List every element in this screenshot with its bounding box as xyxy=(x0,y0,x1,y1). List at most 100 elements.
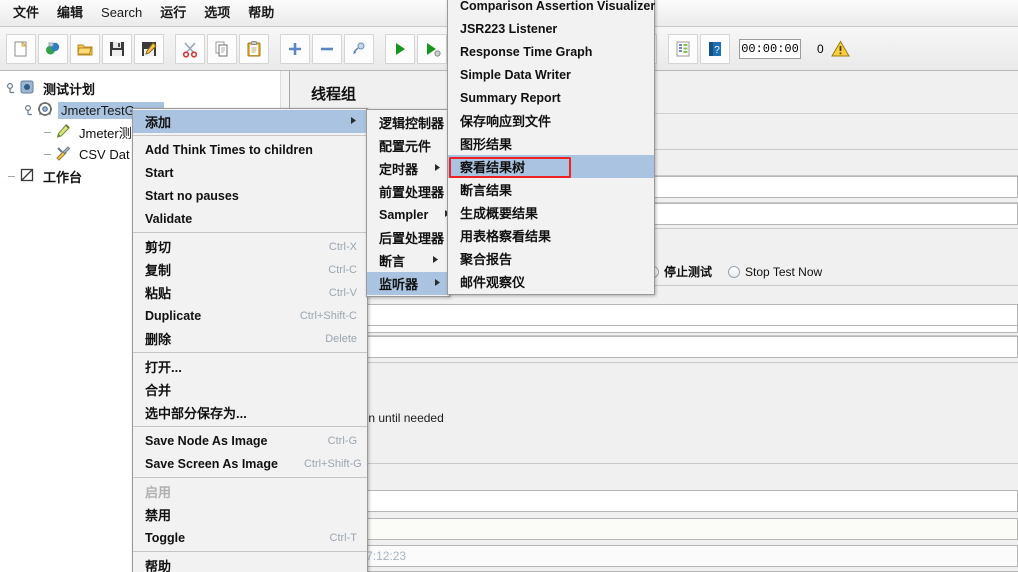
listener-submenu-item[interactable]: 察看结果树 xyxy=(448,155,654,178)
elapsed-timer: 00:00:00 xyxy=(739,38,801,59)
toggle-button[interactable] xyxy=(344,33,374,64)
add-submenu-item[interactable]: 监听器 xyxy=(367,272,449,295)
menu-item-4[interactable]: 选项 xyxy=(195,2,239,24)
context-menu-item[interactable]: Toggle Ctrl-T xyxy=(133,526,367,549)
listener-submenu-item[interactable]: 保存响应到文件 xyxy=(448,109,654,132)
context-menu-item[interactable]: 合并 xyxy=(133,378,367,401)
context-menu-item[interactable]: 剪切 Ctrl-X xyxy=(133,235,367,258)
radio-option[interactable]: Stop Test Now xyxy=(728,265,822,279)
chevron-right-icon xyxy=(334,116,357,127)
function-helper-button[interactable] xyxy=(668,33,698,64)
listener-submenu-item[interactable]: Response Time Graph xyxy=(448,40,654,63)
context-menu-item[interactable]: Duplicate Ctrl+Shift-C xyxy=(133,304,367,327)
warning-triangle-icon[interactable] xyxy=(830,40,850,58)
menu-separator xyxy=(133,352,367,353)
menu-item-3[interactable]: 运行 xyxy=(151,2,195,24)
loop-count-input[interactable]: 1 xyxy=(348,304,1018,326)
menu-item-label: 定时器 xyxy=(379,162,419,177)
context-menu-item[interactable]: 复制 Ctrl-C xyxy=(133,258,367,281)
error-count: 0 xyxy=(817,41,824,56)
menu-item-1[interactable]: 编辑 xyxy=(48,2,92,24)
start-time-input[interactable]: 2018/12/07 17:12:23 xyxy=(291,545,1018,567)
context-menu-item[interactable]: Start no pauses xyxy=(133,184,367,207)
menu-item-label: Save Node As Image xyxy=(145,433,268,448)
context-menu-item[interactable]: 选中部分保存为... xyxy=(133,401,367,424)
context-menu-item[interactable]: 帮助 xyxy=(133,554,367,572)
listener-submenu-item[interactable]: 断言结果 xyxy=(448,178,654,201)
copy-button[interactable] xyxy=(207,33,237,64)
context-menu-item[interactable]: 禁用 xyxy=(133,503,367,526)
tree-expander-icon[interactable] xyxy=(6,82,18,94)
start-button[interactable] xyxy=(385,33,415,64)
add-submenu-item[interactable]: Sampler xyxy=(367,203,451,226)
collapse-all-button[interactable] xyxy=(312,33,342,64)
context-menu-item[interactable]: Validate xyxy=(133,207,367,230)
listener-submenu[interactable]: Comparison Assertion Visualizer JSR223 Li… xyxy=(447,0,655,295)
expand-all-button[interactable] xyxy=(280,33,310,64)
context-menu-item[interactable]: Start xyxy=(133,161,367,184)
menu-item-shortcut: Ctrl-C xyxy=(328,263,357,276)
radio-option[interactable]: 停止测试 xyxy=(647,263,712,280)
chevron-right-icon xyxy=(418,163,441,174)
context-menu-item[interactable]: Add Think Times to children xyxy=(133,138,367,161)
listener-submenu-item[interactable]: Comparison Assertion Visualizer xyxy=(448,0,656,17)
menu-item-5[interactable]: 帮助 xyxy=(239,2,283,24)
startup-delay-input[interactable] xyxy=(337,518,1018,540)
cut-button[interactable] xyxy=(175,33,205,64)
add-submenu[interactable]: 逻辑控制器 配置元件定时器前置处理器 Sampler 后置处理器 断言 监听器 xyxy=(366,109,467,297)
listener-submenu-item[interactable]: 邮件观察仪 xyxy=(448,270,654,293)
menu-item-label: Save Screen As Image xyxy=(145,456,278,471)
tree-context-menu[interactable]: 添加 Add Think Times to children Start Start … xyxy=(132,108,368,572)
listener-submenu-item[interactable]: 聚合报告 xyxy=(448,247,654,270)
context-menu-item[interactable]: 启用 xyxy=(133,480,367,503)
listener-submenu-item[interactable]: 用表格察看结果 xyxy=(448,224,654,247)
save-as-button[interactable] xyxy=(134,33,164,64)
context-menu-item[interactable]: Save Node As Image Ctrl-G xyxy=(133,429,367,452)
scissors-icon xyxy=(181,40,199,58)
templates-button[interactable] xyxy=(38,33,68,64)
context-menu-item[interactable]: Save Screen As Image Ctrl+Shift-G xyxy=(133,452,367,475)
listener-submenu-item[interactable]: Summary Report xyxy=(448,86,654,109)
toolbar-separator xyxy=(165,34,174,64)
radio-button-icon[interactable] xyxy=(728,265,741,278)
menu-item-shortcut: Ctrl+Shift-G xyxy=(303,457,362,470)
listener-submenu-item[interactable]: 图形结果 xyxy=(448,132,654,155)
config-element-icon xyxy=(55,145,73,163)
new-button[interactable] xyxy=(6,33,36,64)
minus-icon xyxy=(318,40,336,58)
menu-search[interactable]: Search xyxy=(92,2,151,24)
context-menu-item[interactable]: 删除 Delete xyxy=(133,327,367,350)
context-menu-item[interactable]: 添加 xyxy=(133,110,367,133)
menu-item-label: JSR223 Listener xyxy=(460,21,558,36)
tree-node-label: CSV Dat xyxy=(79,146,130,162)
menu-item-label: 添加 xyxy=(145,115,172,130)
loop-field-lower[interactable] xyxy=(291,336,1018,358)
save-button[interactable] xyxy=(102,33,132,64)
menu-item-label: Summary Report xyxy=(460,90,561,105)
help-icon: ? xyxy=(706,40,724,58)
tree-branch-line xyxy=(6,170,18,182)
menu-item-label: Duplicate xyxy=(145,308,202,323)
add-submenu-item[interactable]: 断言 xyxy=(367,249,449,272)
add-submenu-item[interactable]: 后置处理器 xyxy=(367,226,467,249)
start-remote-button[interactable] xyxy=(417,33,447,64)
add-submenu-item[interactable]: 前置处理器 xyxy=(367,180,467,203)
listener-submenu-item[interactable]: JSR223 Listener xyxy=(448,17,654,40)
listener-submenu-item[interactable]: Simple Data Writer xyxy=(448,63,654,86)
listener-submenu-item[interactable]: 生成概要结果 xyxy=(448,201,654,224)
duration-input[interactable] xyxy=(337,490,1018,512)
open-button[interactable] xyxy=(70,33,100,64)
open-folder-icon xyxy=(76,40,94,58)
menu-item-label: Comparison Assertion Visualizer xyxy=(460,0,656,13)
add-submenu-item[interactable]: 配置元件 xyxy=(367,134,454,157)
help-button[interactable]: ? xyxy=(700,33,730,64)
menu-item-0[interactable]: 文件 xyxy=(4,2,48,24)
paste-button[interactable] xyxy=(239,33,269,64)
context-menu-item[interactable]: 粘贴 Ctrl-V xyxy=(133,281,367,304)
tree-expander-icon[interactable] xyxy=(24,104,36,116)
tree-node[interactable]: 测试计划 xyxy=(0,77,289,99)
add-submenu-item[interactable]: 逻辑控制器 xyxy=(367,111,467,134)
add-submenu-item[interactable]: 定时器 xyxy=(367,157,449,180)
chevron-right-icon xyxy=(416,255,439,266)
context-menu-item[interactable]: 打开... xyxy=(133,355,367,378)
